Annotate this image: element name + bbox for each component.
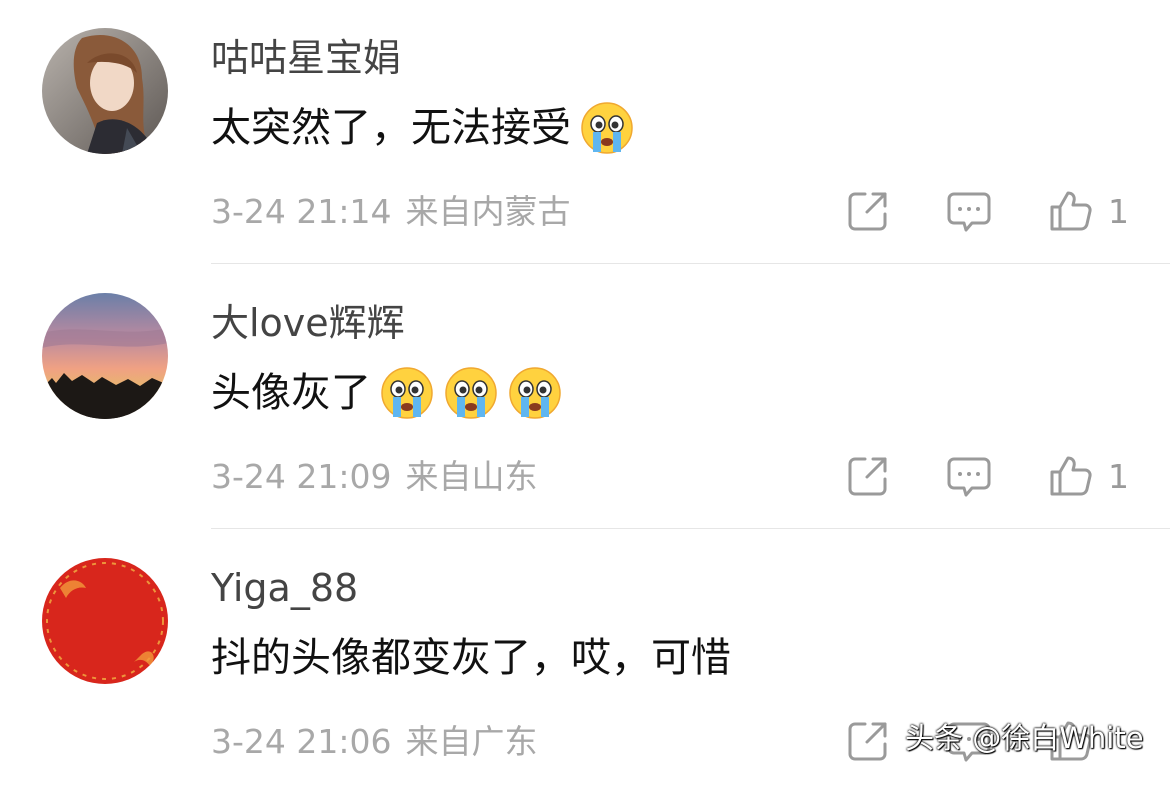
comment-location: 来自内蒙古: [405, 192, 571, 231]
avatar[interactable]: [42, 558, 168, 684]
like-count: 1: [1108, 192, 1129, 231]
comment-text-row: 太突然了，无法接受: [211, 100, 635, 156]
crying-face-emoji: [443, 365, 499, 421]
comment-item: 大love辉辉 头像灰了 3-24 21:09 来自山东 1: [0, 265, 1170, 530]
comment-time: 3-24 21:09: [211, 457, 392, 496]
comment-location: 来自山东: [405, 457, 538, 496]
crying-face-emoji: [579, 100, 635, 156]
comment-time: 3-24 21:14: [211, 192, 392, 231]
divider: [211, 263, 1170, 264]
share-icon[interactable]: [845, 188, 891, 234]
avatar[interactable]: [42, 28, 168, 154]
like-icon[interactable]: [1048, 188, 1094, 234]
crying-face-emoji: [379, 365, 435, 421]
comment-text: 头像灰了: [211, 370, 371, 416]
avatar[interactable]: [42, 293, 168, 419]
comment-icon[interactable]: [946, 453, 992, 499]
comment-time: 3-24 21:06: [211, 722, 392, 761]
username[interactable]: 咕咕星宝娟: [211, 36, 401, 80]
share-icon[interactable]: [845, 718, 891, 764]
comment-text-row: 抖的头像都变灰了，哎，可惜: [211, 630, 731, 686]
share-icon[interactable]: [845, 453, 891, 499]
comment-text-row: 头像灰了: [211, 365, 563, 421]
comment-text: 太突然了，无法接受: [211, 105, 571, 151]
comment-meta: 3-24 21:06 来自广东: [211, 720, 538, 764]
username[interactable]: 大love辉辉: [211, 301, 405, 345]
comment-meta: 3-24 21:14 来自内蒙古: [211, 190, 571, 234]
like-count: 1: [1108, 457, 1129, 496]
comment-location: 来自广东: [405, 722, 538, 761]
username[interactable]: Yiga_88: [211, 566, 358, 610]
comment-meta: 3-24 21:09 来自山东: [211, 455, 538, 499]
comment-text: 抖的头像都变灰了，哎，可惜: [211, 635, 731, 681]
like-icon[interactable]: [1048, 453, 1094, 499]
comment-icon[interactable]: [946, 188, 992, 234]
crying-face-emoji: [507, 365, 563, 421]
comment-item: 咕咕星宝娟 太突然了，无法接受 3-24 21:14 来自内蒙古 1: [0, 0, 1170, 265]
watermark: 头条 @徐白White: [905, 721, 1144, 755]
divider: [211, 528, 1170, 529]
